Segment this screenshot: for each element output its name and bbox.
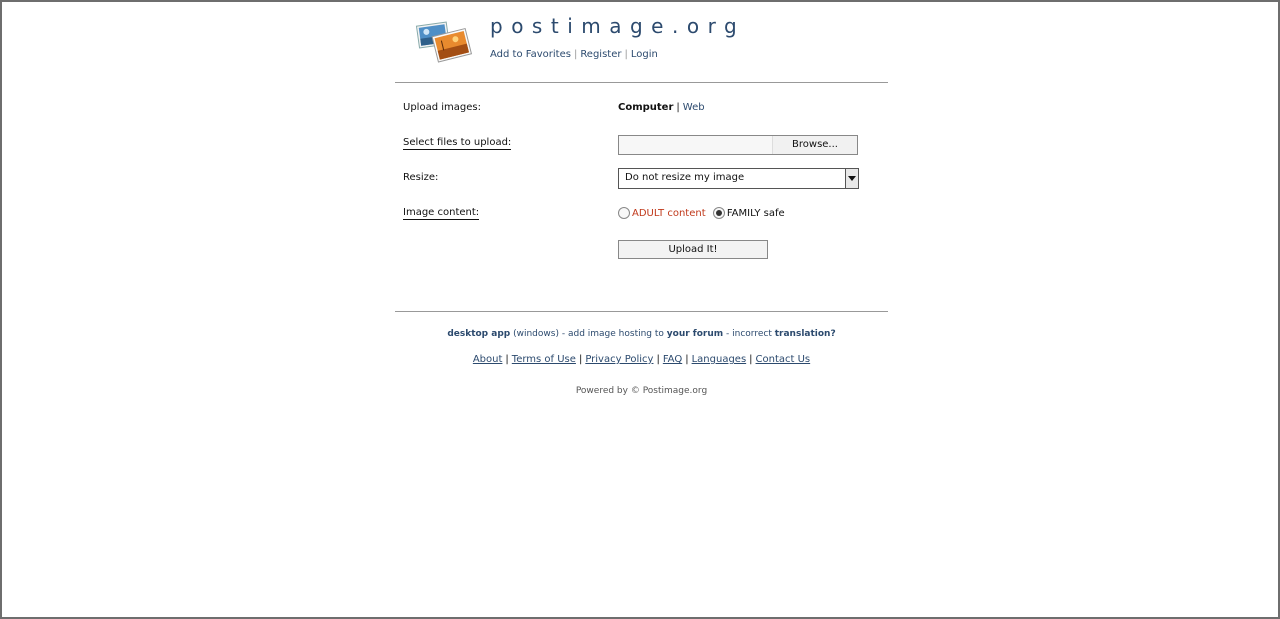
login-link[interactable]: Login bbox=[631, 49, 658, 60]
image-content-label: Image content: bbox=[403, 207, 480, 220]
header-divider bbox=[395, 82, 888, 83]
privacy-policy-link[interactable]: Privacy Policy bbox=[585, 354, 653, 365]
top-links: Add to Favorites | Register | Login bbox=[490, 49, 658, 60]
footer-promo-line: desktop app (windows) - add image hostin… bbox=[395, 329, 888, 339]
desktop-app-link[interactable]: desktop app bbox=[447, 329, 510, 339]
source-tabs: Computer | Web bbox=[618, 102, 705, 113]
tab-web[interactable]: Web bbox=[683, 102, 705, 113]
upload-button[interactable]: Upload It! bbox=[618, 240, 768, 259]
separator: - bbox=[726, 329, 730, 339]
family-safe-radio[interactable] bbox=[712, 207, 725, 219]
separator: | bbox=[656, 354, 660, 365]
resize-label: Resize: bbox=[403, 172, 439, 183]
resize-select[interactable]: Do not resize my image bbox=[618, 168, 859, 189]
powered-by: Powered by © Postimage.org bbox=[575, 386, 708, 396]
windows-note: (windows) bbox=[513, 329, 559, 339]
family-safe-label[interactable]: FAMILY safe bbox=[727, 208, 785, 219]
browse-button[interactable]: Browse... bbox=[772, 136, 857, 154]
select-files-label: Select files to upload: bbox=[403, 137, 512, 150]
separator: | bbox=[624, 49, 628, 60]
separator: | bbox=[749, 354, 753, 365]
adult-content-radio[interactable] bbox=[618, 207, 630, 219]
register-link[interactable]: Register bbox=[580, 49, 621, 60]
footer-divider bbox=[395, 311, 888, 312]
languages-link[interactable]: Languages bbox=[692, 354, 747, 365]
add-hosting-text: add image hosting to bbox=[567, 329, 664, 339]
your-forum-link[interactable]: your forum bbox=[667, 329, 723, 339]
file-input[interactable]: Browse... bbox=[618, 135, 858, 155]
adult-content-label[interactable]: ADULT content bbox=[632, 208, 706, 219]
about-link[interactable]: About bbox=[473, 354, 503, 365]
separator: | bbox=[685, 354, 689, 365]
separator: | bbox=[505, 354, 509, 365]
footer-links: About | Terms of Use | Privacy Policy | FAQ | La… bbox=[395, 354, 888, 365]
logo-photos-icon[interactable] bbox=[415, 18, 473, 64]
translation-link[interactable]: translation? bbox=[775, 329, 836, 339]
dropdown-arrow-icon[interactable] bbox=[845, 169, 858, 188]
separator: | bbox=[573, 49, 578, 60]
faq-link[interactable]: FAQ bbox=[663, 354, 682, 365]
site-title[interactable]: postimage.org bbox=[490, 14, 745, 38]
image-content-options: ADULT content FAMILY safe bbox=[618, 207, 785, 219]
upload-images-label: Upload images: bbox=[403, 102, 481, 113]
terms-of-use-link[interactable]: Terms of Use bbox=[512, 354, 576, 365]
resize-selected-value: Do not resize my image bbox=[625, 172, 745, 183]
separator: | bbox=[676, 102, 680, 113]
add-to-favorites-link[interactable]: Add to Favorites bbox=[490, 49, 571, 60]
incorrect-text: incorrect bbox=[732, 329, 772, 339]
separator: | bbox=[578, 354, 583, 365]
contact-us-link[interactable]: Contact Us bbox=[756, 354, 811, 365]
separator: - bbox=[561, 329, 566, 339]
tab-computer[interactable]: Computer bbox=[618, 102, 673, 113]
